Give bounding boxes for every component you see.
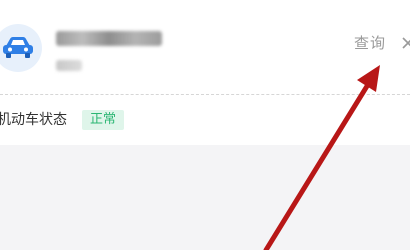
vehicle-subtitle-blurred [56,60,82,71]
vehicle-status-label: 机动车状态 [0,112,67,128]
car-icon [3,37,33,58]
dashed-divider [0,94,410,95]
vehicle-card: 查询 机动车状态 正常 [0,0,410,145]
status-badge: 正常 [82,110,125,131]
license-plate-blurred [56,31,162,46]
query-link[interactable]: 查询 [354,36,386,51]
close-icon[interactable] [401,36,410,50]
content-background [0,145,410,250]
vehicle-avatar [0,24,42,72]
